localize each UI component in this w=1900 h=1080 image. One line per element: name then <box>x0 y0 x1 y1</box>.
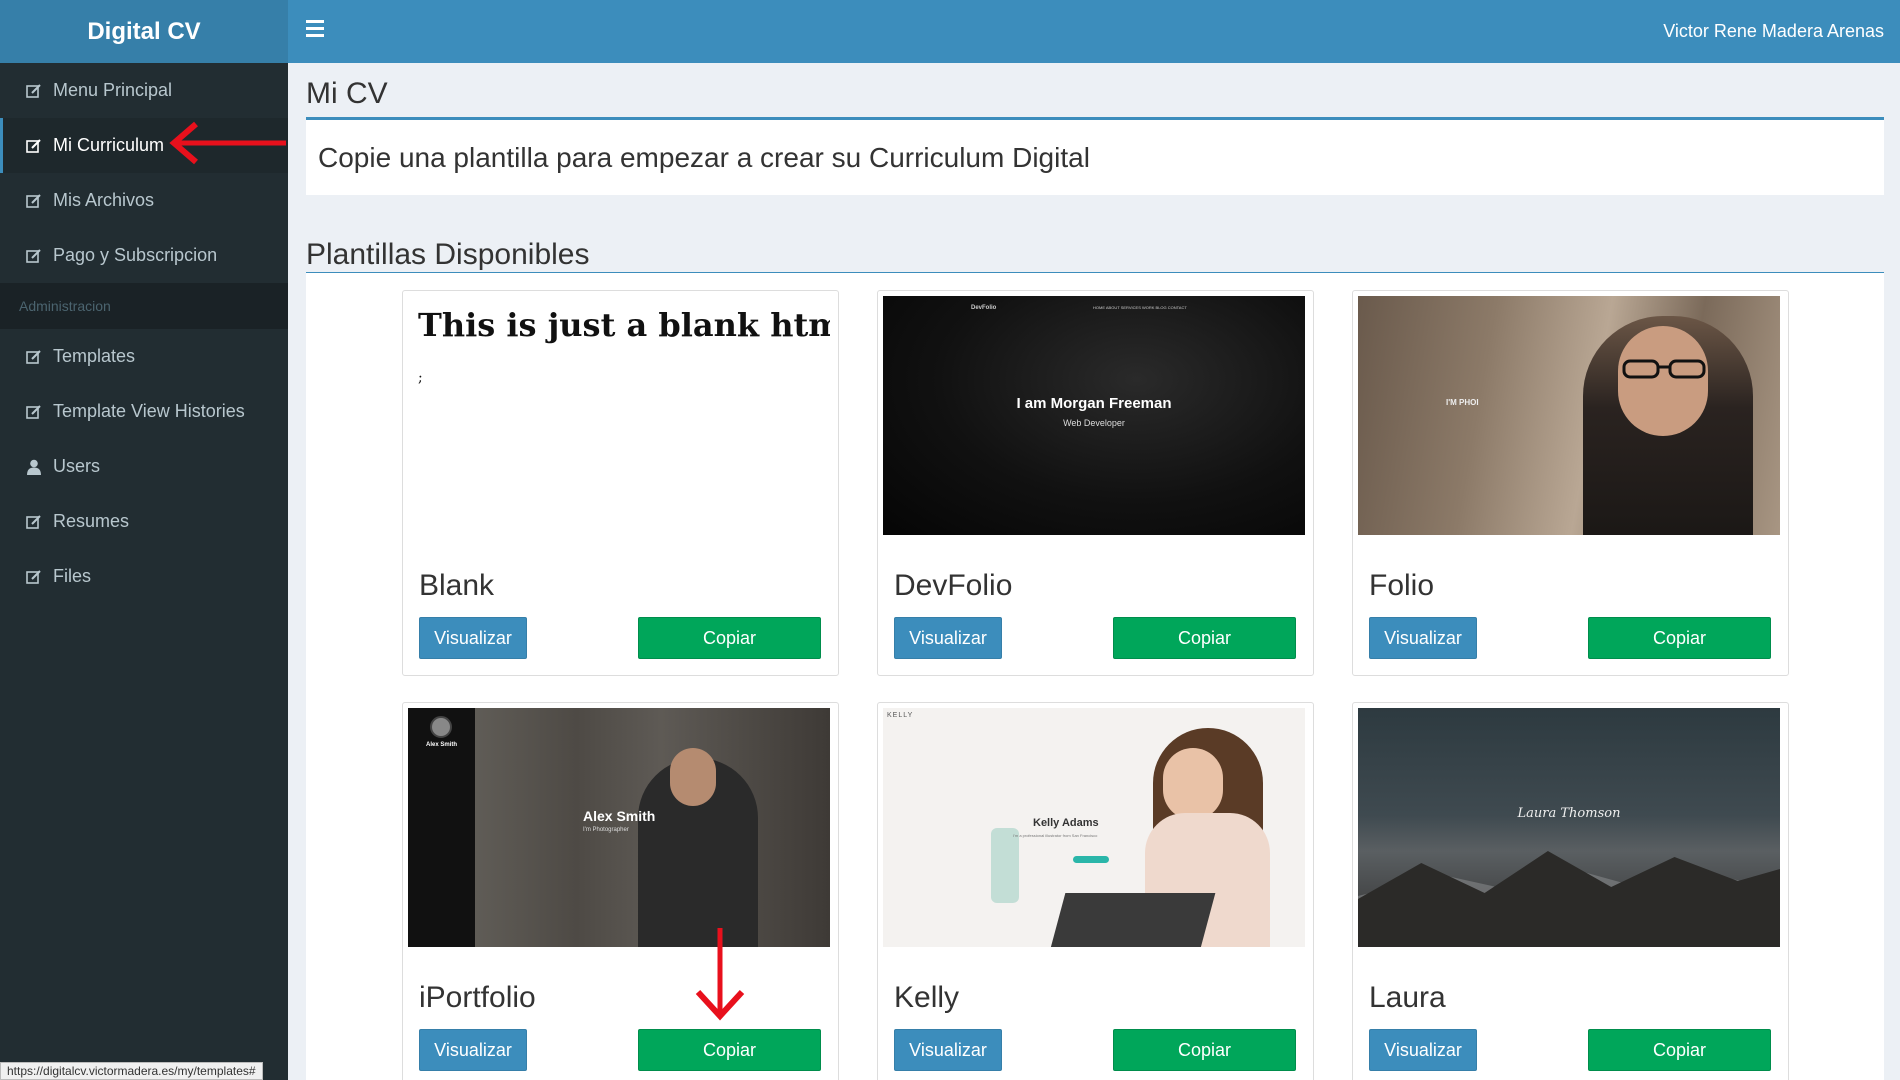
annotation-arrow-left-icon <box>169 121 286 165</box>
app-logo[interactable]: Digital CV <box>0 0 288 63</box>
avatar <box>430 716 452 738</box>
edit-icon <box>25 192 43 210</box>
template-card-blank: This is just a blank html ; Blank Visual… <box>402 290 839 676</box>
template-card-laura: Laura Thomson Laura Visualizar Copiar <box>1352 702 1789 1080</box>
template-card-devfolio: DevFolio HOME ABOUT SERVICES WORK BLOG C… <box>877 290 1314 676</box>
template-name: Kelly <box>894 981 960 1014</box>
preview-subtitle: Web Developer <box>1063 418 1125 428</box>
sidebar-item-label: Files <box>53 566 92 586</box>
sidebar-section-header: Administracion <box>0 283 288 329</box>
preview-title: Laura Thomson <box>1517 806 1621 821</box>
preview-title: I'M PHOI <box>1446 398 1479 407</box>
page-title: Mi CV <box>306 77 388 110</box>
sidebar-item-label: Pago y Subscripcion <box>53 245 218 265</box>
preview-laptop <box>1050 893 1216 947</box>
preview-subtitle: I'm a professional illustrator from San … <box>1013 833 1098 838</box>
sidebar-item-template-view-histories[interactable]: Template View Histories <box>0 384 288 439</box>
preview-nav: HOME ABOUT SERVICES WORK BLOG CONTACT <box>1093 305 1187 310</box>
sidebar-item-files[interactable]: Files <box>0 549 288 604</box>
main-content: Mi CV Copie una plantilla para empezar a… <box>288 63 1900 1080</box>
edit-icon <box>25 348 43 366</box>
preview-title: Kelly Adams <box>1033 817 1099 829</box>
edit-icon <box>25 247 43 265</box>
status-bar-url: https://digitalcv.victormadera.es/my/tem… <box>0 1062 263 1080</box>
template-preview[interactable]: Alex Smith Alex Smith I'm Photographer <box>408 708 830 947</box>
template-preview[interactable]: I'M PHOI <box>1358 296 1780 535</box>
view-button[interactable]: Visualizar <box>1369 1029 1477 1071</box>
preview-subtitle: I'm Photographer <box>583 827 629 833</box>
template-name: Folio <box>1369 569 1435 602</box>
sidebar-item-label: Mi Curriculum <box>53 135 165 155</box>
view-button[interactable]: Visualizar <box>894 617 1002 659</box>
preview-mountains-dark <box>1358 851 1780 947</box>
sidebar-item-label: Users <box>53 456 101 476</box>
copy-button[interactable]: Copiar <box>1588 617 1771 659</box>
user-icon <box>25 458 43 476</box>
template-card-folio: I'M PHOI Folio Visualizar Copiar <box>1352 290 1789 676</box>
view-button[interactable]: Visualizar <box>894 1029 1002 1071</box>
edit-icon <box>25 82 43 100</box>
preview-sidebar: Alex Smith <box>408 708 475 947</box>
view-button[interactable]: Visualizar <box>1369 617 1477 659</box>
copy-button[interactable]: Copiar <box>638 1029 821 1071</box>
user-menu[interactable]: Victor Rene Madera Arenas <box>1663 0 1884 63</box>
preview-brand: KELLY <box>887 712 914 719</box>
preview-brand: DevFolio <box>971 305 997 311</box>
glasses-shape <box>1622 359 1706 379</box>
sidebar-toggle-icon[interactable] <box>306 20 324 42</box>
preview-button <box>1073 856 1109 863</box>
preview-vase <box>991 828 1019 903</box>
sidebar: Menu Principal Mi Curriculum Mis Archivo… <box>0 63 288 1080</box>
preview-text: ; <box>418 370 423 386</box>
annotation-arrow-down-icon <box>695 928 745 1021</box>
template-preview[interactable]: Laura Thomson <box>1358 708 1780 947</box>
preview-sidebar-name: Alex Smith <box>425 742 457 748</box>
sidebar-item-mis-archivos[interactable]: Mis Archivos <box>0 173 288 228</box>
sidebar-item-menu-principal[interactable]: Menu Principal <box>0 63 288 118</box>
preview-heading: This is just a blank html <box>418 306 830 344</box>
sidebar-item-users[interactable]: Users <box>0 439 288 494</box>
sidebar-item-templates[interactable]: Templates <box>0 329 288 384</box>
template-card-iportfolio: Alex Smith Alex Smith I'm Photographer i… <box>402 702 839 1080</box>
sidebar-item-resumes[interactable]: Resumes <box>0 494 288 549</box>
top-navbar: Victor Rene Madera Arenas <box>288 0 1900 63</box>
sidebar-item-label: Mis Archivos <box>53 190 155 210</box>
template-preview[interactable]: This is just a blank html ; <box>408 296 830 535</box>
view-button[interactable]: Visualizar <box>419 1029 527 1071</box>
copy-button[interactable]: Copiar <box>1113 617 1296 659</box>
copy-button[interactable]: Copiar <box>1588 1029 1771 1071</box>
preview-photo-face <box>1618 326 1708 436</box>
edit-icon <box>25 568 43 586</box>
sidebar-item-label: Resumes <box>53 511 130 531</box>
template-card-kelly: KELLY Kelly Adams I'm a professional ill… <box>877 702 1314 1080</box>
template-name: Blank <box>419 569 495 602</box>
sidebar-item-label: Menu Principal <box>53 80 173 100</box>
sidebar-item-label: Template View Histories <box>53 401 245 421</box>
preview-photo-face <box>1163 748 1223 820</box>
templates-title: Plantillas Disponibles <box>306 238 590 271</box>
copy-button[interactable]: Copiar <box>638 617 821 659</box>
view-button[interactable]: Visualizar <box>419 617 527 659</box>
edit-icon <box>25 513 43 531</box>
copy-button[interactable]: Copiar <box>1113 1029 1296 1071</box>
preview-photo-face <box>670 748 716 806</box>
preview-title: Alex Smith <box>583 808 656 824</box>
template-preview[interactable]: KELLY Kelly Adams I'm a professional ill… <box>883 708 1305 947</box>
intro-box: Copie una plantilla para empezar a crear… <box>306 117 1884 195</box>
template-preview[interactable]: DevFolio HOME ABOUT SERVICES WORK BLOG C… <box>883 296 1305 535</box>
preview-title: I am Morgan Freeman <box>1016 395 1172 412</box>
edit-icon <box>25 137 43 155</box>
sidebar-item-pago-y-subscripcion[interactable]: Pago y Subscripcion <box>0 228 288 283</box>
edit-icon <box>25 403 43 421</box>
sidebar-item-label: Templates <box>53 346 136 366</box>
template-name: Laura <box>1369 981 1446 1014</box>
template-name: DevFolio <box>894 569 1013 602</box>
template-name: iPortfolio <box>419 981 536 1014</box>
